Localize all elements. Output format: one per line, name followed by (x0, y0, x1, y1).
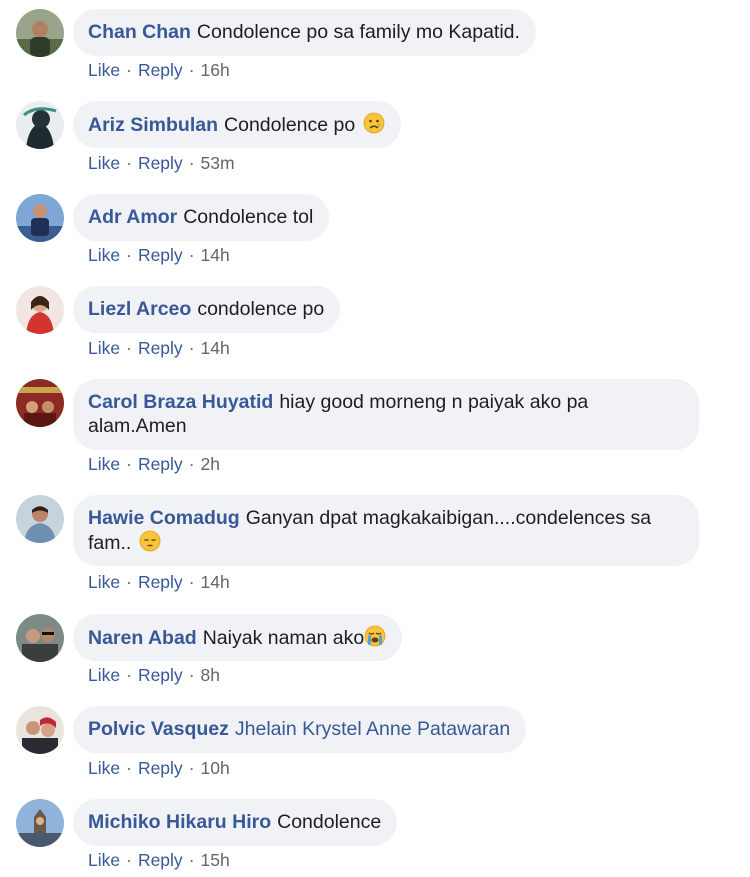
comment-actions: Like · Reply · 53m (88, 153, 235, 173)
separator-dot: · (126, 572, 132, 592)
comment-text: Condolence po sa family mo Kapatid. (196, 21, 520, 43)
like-button[interactable]: Like (88, 850, 120, 870)
separator-dot: · (126, 60, 132, 80)
comment-actions: Like · Reply · 16h (88, 60, 230, 80)
commenter-name[interactable]: Adr Amor (88, 206, 177, 228)
reply-button[interactable]: Reply (138, 338, 183, 358)
timestamp[interactable]: 8h (201, 665, 220, 685)
comment-actions: Like · Reply · 14h (88, 338, 230, 358)
comment-bubble: Ariz Simbulan Condolence po (73, 101, 401, 148)
like-button[interactable]: Like (88, 245, 120, 265)
avatar[interactable] (16, 495, 64, 543)
timestamp[interactable]: 10h (201, 758, 230, 778)
avatar[interactable] (16, 706, 64, 754)
comment-bubble: Liezl Arceo condolence po (73, 286, 341, 333)
separator-dot: · (188, 665, 195, 685)
separator-dot: · (188, 758, 195, 778)
comment-bubble: Michiko Hikaru Hiro Condolence (73, 799, 398, 846)
avatar[interactable] (16, 614, 64, 662)
comment-text: condolence po (197, 298, 325, 320)
commenter-name[interactable]: Naren Abad (88, 627, 197, 649)
comment-bubble: Hawie Comadug Ganyan dpat magkakaibigan..… (73, 495, 699, 566)
avatar[interactable] (16, 286, 64, 334)
separator-dot: · (188, 245, 195, 265)
timestamp[interactable]: 53m (201, 153, 235, 173)
separator-dot: · (126, 338, 132, 358)
avatar[interactable] (16, 9, 64, 57)
separator-dot: · (126, 153, 132, 173)
like-button[interactable]: Like (88, 338, 120, 358)
comment-actions: Like · Reply · 15h (88, 850, 230, 870)
crying-face-icon (363, 112, 385, 134)
timestamp[interactable]: 16h (201, 60, 230, 80)
separator-dot: · (188, 850, 195, 870)
separator-dot: · (126, 454, 132, 474)
comment-actions: Like · Reply · 10h (88, 758, 230, 778)
commenter-name[interactable]: Carol Braza Huyatid (88, 391, 273, 413)
separator-dot: · (126, 665, 132, 685)
timestamp[interactable]: 14h (201, 245, 230, 265)
commenter-name[interactable]: Liezl Arceo (88, 298, 191, 320)
reply-button[interactable]: Reply (138, 572, 183, 592)
reply-button[interactable]: Reply (138, 758, 183, 778)
avatar[interactable] (16, 101, 64, 149)
comment-list: Chan Chan Condolence po sa family mo Kapa… (0, 0, 750, 877)
reply-button[interactable]: Reply (138, 665, 183, 685)
comment-text: Condolence po (224, 114, 356, 136)
separator-dot: · (188, 454, 195, 474)
comment-bubble: Carol Braza Huyatid hiay good morneng n p… (73, 379, 699, 450)
like-button[interactable]: Like (88, 60, 120, 80)
separator-dot: · (188, 338, 195, 358)
comment-actions: Like · Reply · 8h (88, 665, 220, 685)
timestamp[interactable]: 15h (201, 850, 230, 870)
like-button[interactable]: Like (88, 153, 120, 173)
like-button[interactable]: Like (88, 572, 120, 592)
separator-dot: · (126, 850, 132, 870)
loudly-crying-face-icon (364, 625, 386, 647)
commenter-name[interactable]: Chan Chan (88, 21, 191, 43)
reply-button[interactable]: Reply (138, 245, 183, 265)
separator-dot: · (188, 60, 195, 80)
separator-dot: · (188, 153, 195, 173)
comment-actions: Like · Reply · 2h (88, 454, 220, 474)
reply-button[interactable]: Reply (138, 454, 183, 474)
avatar[interactable] (16, 379, 64, 427)
mention-link[interactable]: Jhelain Krystel Anne Patawaran (235, 718, 510, 740)
reply-button[interactable]: Reply (138, 850, 183, 870)
comment-bubble: Chan Chan Condolence po sa family mo Kapa… (73, 9, 536, 56)
reply-button[interactable]: Reply (138, 60, 183, 80)
timestamp[interactable]: 14h (201, 338, 230, 358)
like-button[interactable]: Like (88, 758, 120, 778)
comment-actions: Like · Reply · 14h (88, 245, 230, 265)
comment-text: Naiyak naman ako (202, 627, 365, 649)
comment-bubble: Adr Amor Condolence tol (73, 194, 330, 241)
timestamp[interactable]: 2h (201, 454, 220, 474)
commenter-name[interactable]: Michiko Hikaru Hiro (88, 811, 271, 833)
comment-text: Condolence (277, 811, 382, 833)
separator-dot: · (126, 245, 132, 265)
avatar[interactable] (16, 194, 64, 242)
pensive-face-icon (139, 530, 161, 552)
like-button[interactable]: Like (88, 454, 120, 474)
commenter-name[interactable]: Polvic Vasquez (88, 718, 229, 740)
avatar[interactable] (16, 799, 64, 847)
comment-bubble: Naren Abad Naiyak naman ako (73, 614, 403, 661)
like-button[interactable]: Like (88, 665, 120, 685)
separator-dot: · (188, 572, 195, 592)
reply-button[interactable]: Reply (138, 153, 183, 173)
separator-dot: · (126, 758, 132, 778)
commenter-name[interactable]: Ariz Simbulan (88, 114, 218, 136)
timestamp[interactable]: 14h (201, 572, 230, 592)
comment-text: Condolence tol (183, 206, 314, 228)
commenter-name[interactable]: Hawie Comadug (88, 507, 240, 529)
comment-bubble: Polvic Vasquez Jhelain Krystel Anne Pataw… (73, 706, 527, 753)
comment-actions: Like · Reply · 14h (88, 572, 230, 592)
